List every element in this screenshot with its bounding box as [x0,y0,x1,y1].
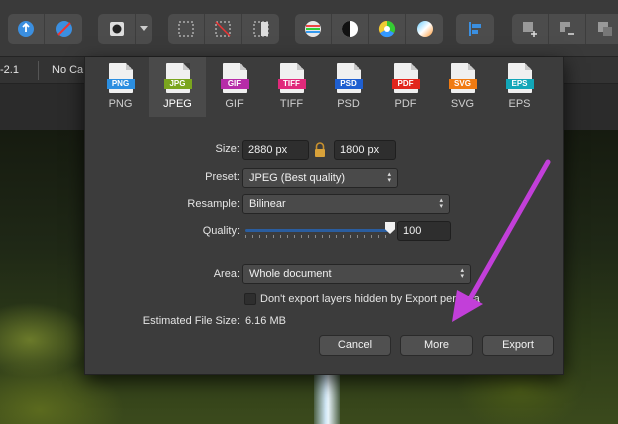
arrow-shaft [463,159,551,309]
arrow-head [452,290,483,322]
annotation-arrow [452,159,551,322]
